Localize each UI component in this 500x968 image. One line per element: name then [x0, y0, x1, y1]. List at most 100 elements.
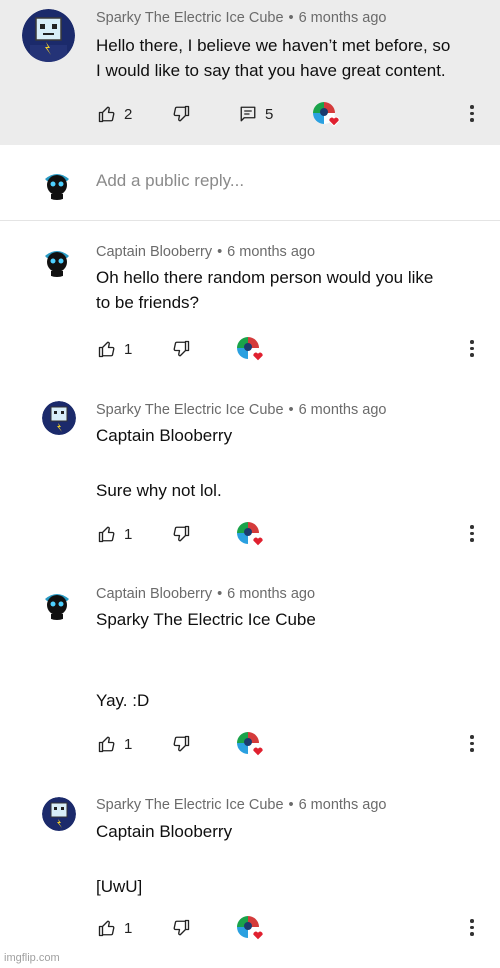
thumbs-down-icon: [173, 340, 190, 357]
more-vertical-icon: [470, 340, 474, 344]
avatar-captain-blooberry[interactable]: [40, 243, 74, 277]
comment-icon: [240, 106, 256, 122]
comment-actions: 1: [96, 915, 496, 941]
dislike-button[interactable]: [172, 521, 190, 547]
comment-meta: Captain Blooberry • 6 months ago: [96, 244, 315, 260]
replies-button[interactable]: 5: [239, 101, 273, 127]
more-options-button[interactable]: [468, 338, 476, 360]
comment-meta: Sparky The Electric Ice Cube • 6 months ag…: [96, 797, 386, 813]
author-name[interactable]: Captain Blooberry: [96, 244, 212, 260]
like-count: 1: [124, 735, 133, 753]
author-name[interactable]: Captain Blooberry: [96, 586, 212, 602]
add-reply-input[interactable]: Add a public reply...: [96, 171, 244, 191]
more-options-button[interactable]: [468, 917, 476, 939]
more-options-button[interactable]: [468, 523, 476, 545]
like-button[interactable]: 2: [98, 101, 132, 127]
author-name[interactable]: Sparky The Electric Ice Cube: [96, 10, 284, 26]
timestamp[interactable]: 6 months ago: [299, 10, 387, 26]
creator-heart: [236, 521, 266, 549]
timestamp[interactable]: 6 months ago: [299, 797, 387, 813]
comment-line: Yay. :D: [96, 691, 150, 710]
thumbs-up-icon: [98, 526, 115, 543]
comment-text: Oh hello there random person would you l…: [96, 265, 486, 315]
meta-separator: •: [288, 10, 294, 26]
creator-heart: [236, 915, 266, 943]
like-button[interactable]: 1: [98, 336, 132, 362]
avatar-sparky[interactable]: [22, 9, 75, 62]
comment-actions: 1: [96, 336, 496, 362]
meta-separator: •: [288, 402, 294, 418]
timestamp[interactable]: 6 months ago: [299, 402, 387, 418]
dislike-button[interactable]: [172, 731, 190, 757]
mention[interactable]: Captain Blooberry: [96, 423, 486, 448]
more-options-button[interactable]: [468, 103, 476, 125]
creator-heart-icon: [237, 732, 264, 757]
meta-separator: •: [217, 244, 223, 260]
more-vertical-icon: [470, 525, 474, 529]
reply-comment: Sparky The Electric Ice Cube • 6 months ag…: [0, 381, 500, 571]
comment-line: Oh hello there random person would you l…: [96, 268, 434, 287]
creator-heart-icon: [237, 337, 264, 362]
reply-count: 5: [265, 105, 274, 123]
reply-comment: Sparky The Electric Ice Cube • 6 months ag…: [0, 781, 500, 961]
thumbs-down-icon: [173, 105, 190, 122]
like-count: 1: [124, 340, 133, 358]
comment-line: to be friends?: [96, 293, 200, 312]
comment-line: Hello there, I believe we haven’t met be…: [96, 36, 451, 55]
thumbs-up-icon: [98, 920, 115, 937]
timestamp[interactable]: 6 months ago: [227, 586, 315, 602]
mention[interactable]: Sparky The Electric Ice Cube: [96, 607, 486, 632]
comment-line: [96, 844, 486, 874]
thumbs-up-icon: [98, 106, 115, 123]
comment-actions: 2 5: [96, 101, 496, 127]
dislike-button[interactable]: [172, 101, 190, 127]
like-count: 1: [124, 525, 133, 543]
meta-separator: •: [288, 797, 294, 813]
comment-text: Captain Blooberry [UwU]: [96, 819, 486, 899]
comment-line: Sure why not lol.: [96, 481, 222, 500]
dislike-button[interactable]: [172, 915, 190, 941]
more-vertical-icon: [470, 105, 474, 109]
like-button[interactable]: 1: [98, 731, 132, 757]
avatar-current-user: [40, 166, 74, 200]
comment-line: [UwU]: [96, 877, 143, 896]
avatar-sparky[interactable]: [42, 797, 76, 831]
comment-meta: Sparky The Electric Ice Cube • 6 months ag…: [96, 10, 386, 26]
creator-heart: [236, 731, 266, 759]
thumbs-up-icon: [98, 341, 115, 358]
comment-line: [96, 448, 486, 478]
comment-line: [96, 660, 486, 688]
like-button[interactable]: 1: [98, 521, 132, 547]
author-name[interactable]: Sparky The Electric Ice Cube: [96, 797, 284, 813]
like-count: 1: [124, 919, 133, 937]
dislike-button[interactable]: [172, 336, 190, 362]
reply-comment: Captain Blooberry • 6 months ago Oh hello …: [0, 221, 500, 381]
thumbs-down-icon: [173, 919, 190, 936]
avatar-sparky[interactable]: [42, 401, 76, 435]
thumbs-down-icon: [173, 525, 190, 542]
comment-line: [96, 632, 486, 660]
more-options-button[interactable]: [468, 733, 476, 755]
reply-composer: Add a public reply...: [0, 145, 500, 221]
avatar-captain-blooberry[interactable]: [40, 586, 74, 620]
like-count: 2: [124, 105, 133, 123]
creator-heart-icon: [237, 916, 264, 941]
author-name[interactable]: Sparky The Electric Ice Cube: [96, 402, 284, 418]
comment-meta: Sparky The Electric Ice Cube • 6 months ag…: [96, 402, 386, 418]
more-vertical-icon: [470, 919, 474, 923]
mention[interactable]: Captain Blooberry: [96, 819, 486, 844]
comment-line: I would like to say that you have great …: [96, 61, 446, 80]
creator-heart-icon: [313, 102, 340, 127]
like-button[interactable]: 1: [98, 915, 132, 941]
watermark: imgflip.com: [4, 952, 60, 964]
creator-heart-icon: [237, 522, 264, 547]
highlighted-comment: Sparky The Electric Ice Cube • 6 months ag…: [0, 0, 500, 145]
creator-heart: [312, 101, 342, 129]
timestamp[interactable]: 6 months ago: [227, 244, 315, 260]
meta-separator: •: [217, 586, 223, 602]
reply-comment: Captain Blooberry • 6 months ago Sparky Th…: [0, 571, 500, 781]
comment-text: Captain Blooberry Sure why not lol.: [96, 423, 486, 503]
comment-meta: Captain Blooberry • 6 months ago: [96, 586, 315, 602]
comment-actions: 1: [96, 731, 496, 757]
thumbs-down-icon: [173, 735, 190, 752]
